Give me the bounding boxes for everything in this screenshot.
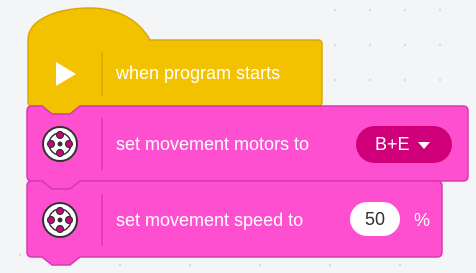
speed-value: 50 bbox=[364, 208, 386, 229]
speed-input[interactable]: 50 bbox=[350, 202, 400, 236]
coding-canvas[interactable]: when program starts set movement motors … bbox=[0, 0, 476, 273]
motor-pair-icon bbox=[42, 202, 78, 238]
percent-suffix: % bbox=[414, 210, 431, 230]
block-label: set movement speed to bbox=[116, 210, 304, 230]
